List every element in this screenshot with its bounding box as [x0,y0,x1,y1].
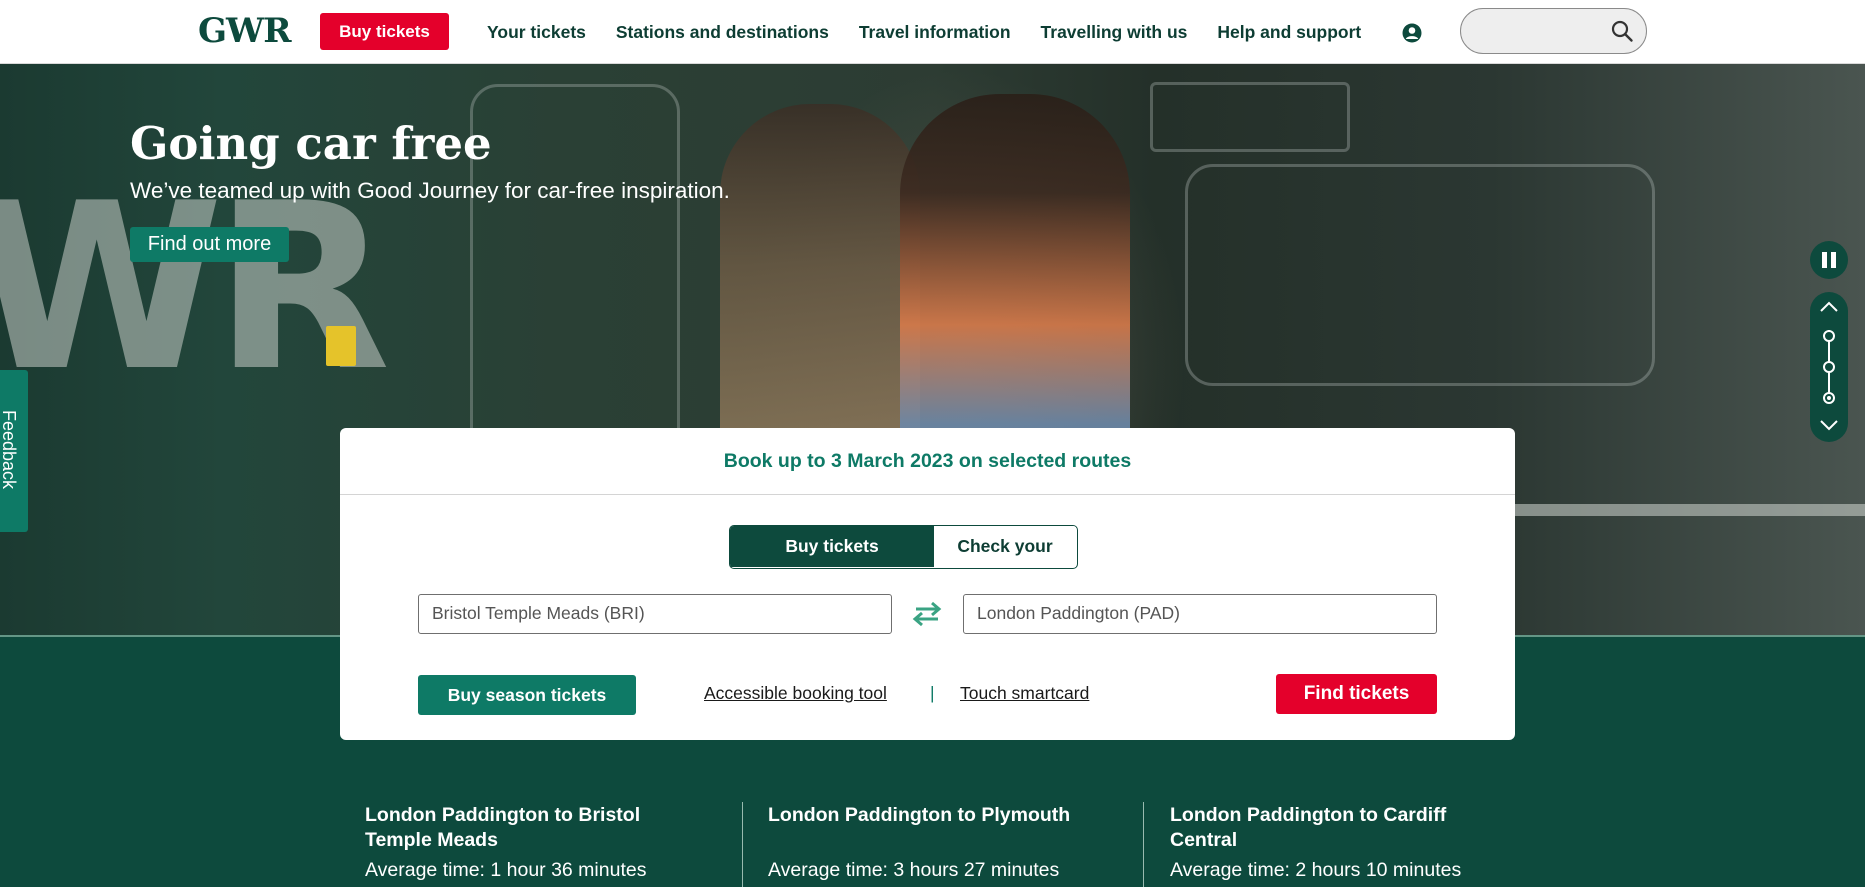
route-average-time: Average time: 3 hours 27 minutes [768,859,1060,881]
user-circle-icon[interactable] [1402,23,1422,43]
route-divider [742,802,743,887]
logo-text: GWR [198,11,291,51]
carousel-dot-active[interactable] [1823,392,1835,404]
route-title: London Paddington to Bristol Temple Mead… [365,804,641,851]
from-station-field[interactable]: Bristol Temple Meads (BRI) [418,594,892,634]
carousel-dot[interactable] [1823,361,1835,373]
hero-photo-window [470,84,680,464]
chevron-up-icon[interactable] [1819,300,1839,314]
route-average-time: Average time: 2 hours 10 minutes [1170,859,1462,881]
popular-route[interactable]: London Paddington to Cardiff Central Ave… [1170,803,1505,883]
hero-background-photo: WR [0,155,391,422]
carousel-dot[interactable] [1823,330,1835,342]
chevron-down-icon[interactable] [1819,418,1839,432]
carousel-navigation [1810,292,1848,442]
pause-icon [1831,252,1836,268]
route-divider [1143,802,1144,887]
accessible-booking-link[interactable]: Accessible booking tool [704,683,887,704]
site-header: GWR Buy tickets Your tickets Stations an… [0,0,1865,64]
popular-route[interactable]: London Paddington to Plymouth Average ti… [768,803,1103,883]
feedback-tab[interactable]: Feedback [0,370,28,532]
carousel-pause-button[interactable] [1810,241,1848,279]
search-input[interactable] [1460,8,1647,54]
nav-help-support[interactable]: Help and support [1217,22,1361,43]
route-title: London Paddington to Cardiff Central [1170,804,1447,851]
route-average-time: Average time: 1 hour 36 minutes [365,859,647,881]
feedback-label: Feedback [0,410,19,490]
link-separator: | [930,683,935,703]
main-nav: Your tickets Stations and destinations T… [487,0,1391,64]
pause-icon [1822,252,1827,268]
nav-stations-destinations[interactable]: Stations and destinations [616,22,829,43]
nav-travelling-with-us[interactable]: Travelling with us [1041,22,1188,43]
hero-photo-window [1150,82,1350,152]
booking-mode-toggle: Buy tickets Check your journey [729,525,1078,569]
nav-travel-information[interactable]: Travel information [859,22,1011,43]
find-out-more-button[interactable]: Find out more [130,227,289,262]
touch-smartcard-link[interactable]: Touch smartcard [960,683,1089,704]
swap-stations-icon[interactable] [910,600,944,628]
find-tickets-button[interactable]: Find tickets [1276,674,1437,714]
booking-panel: Book up to 3 March 2023 on selected rout… [340,428,1515,740]
booking-headline: Book up to 3 March 2023 on selected rout… [340,428,1515,495]
hero-title: Going car free [130,117,492,170]
to-station-field[interactable]: London Paddington (PAD) [963,594,1437,634]
route-title: London Paddington to Plymouth [768,804,1071,826]
popular-route[interactable]: London Paddington to Bristol Temple Mead… [365,803,700,883]
gwr-logo[interactable]: GWR [198,10,291,52]
header-buy-tickets-button[interactable]: Buy tickets [320,13,449,50]
hero-photo-window [1185,164,1655,386]
tab-check-your-journey[interactable]: Check your journey [934,526,1076,567]
tab-buy-tickets[interactable]: Buy tickets [730,526,934,567]
nav-your-tickets[interactable]: Your tickets [487,22,586,43]
hero-photo-sign [326,326,356,366]
search-icon[interactable] [1610,19,1634,43]
buy-season-tickets-button[interactable]: Buy season tickets [418,675,636,715]
hero-subtitle: We’ve teamed up with Good Journey for ca… [130,178,730,203]
